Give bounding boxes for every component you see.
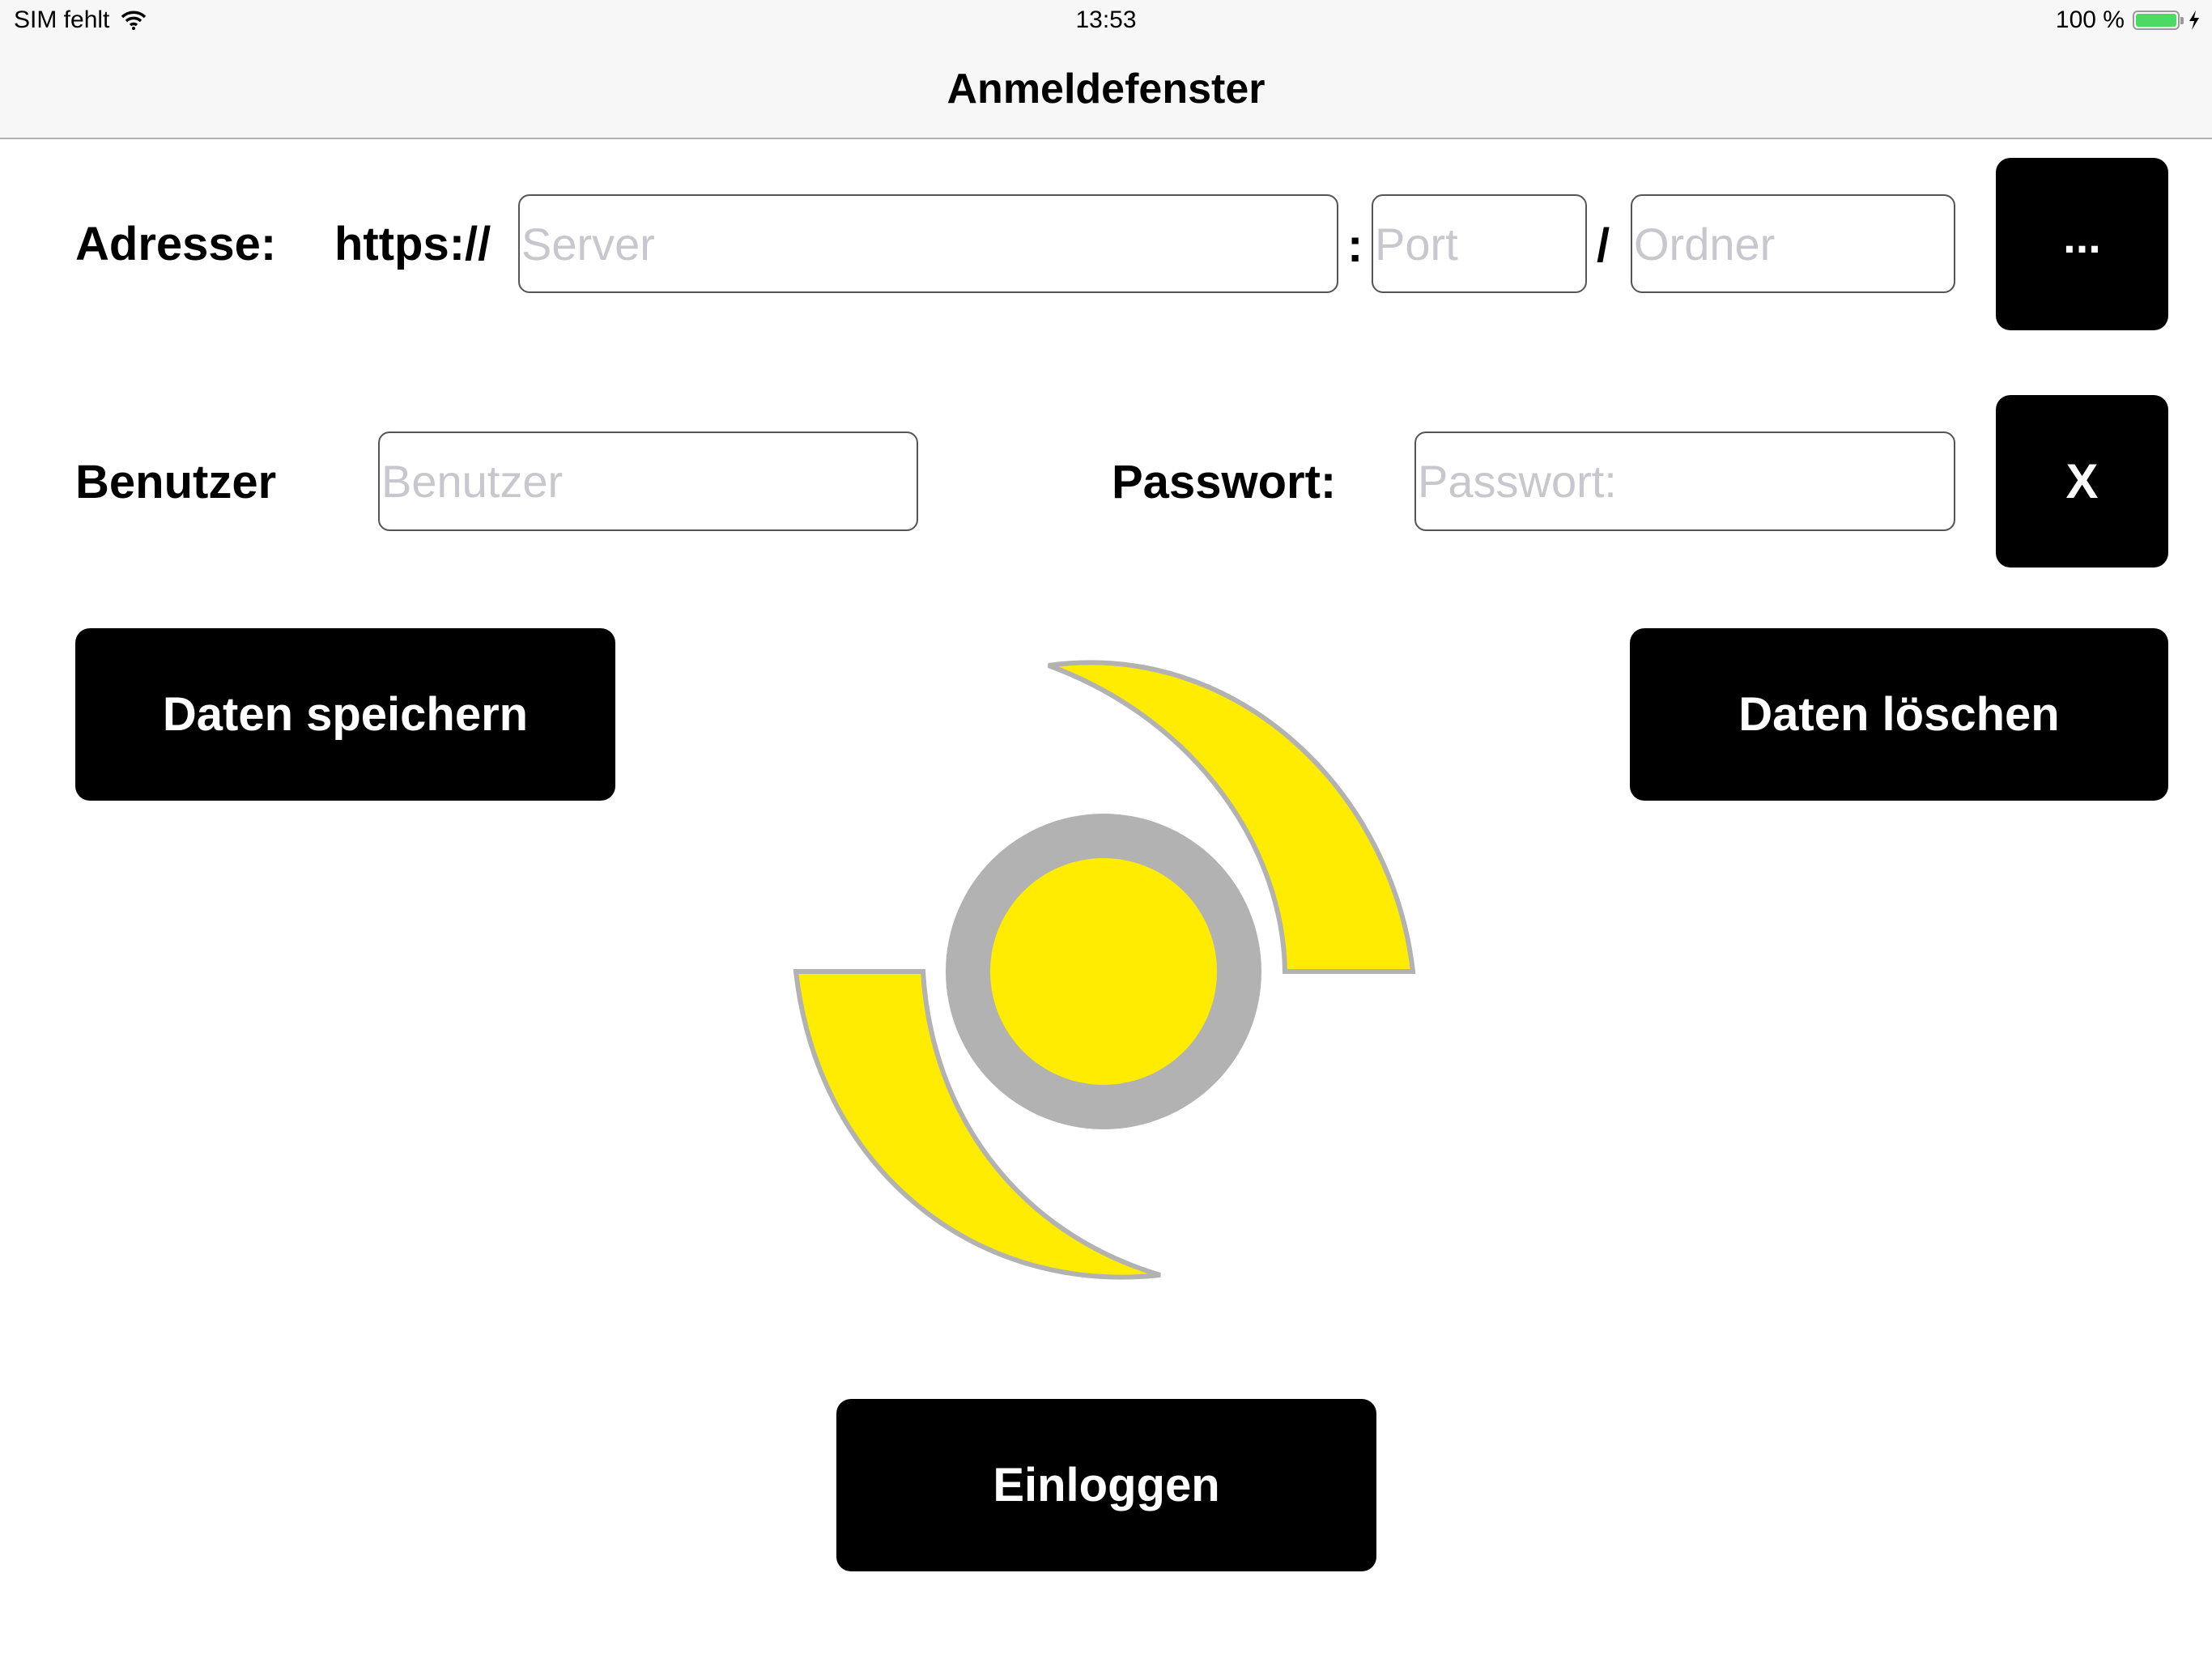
port-separator: :	[1347, 219, 1363, 272]
more-button[interactable]: ...	[1996, 158, 2168, 330]
app-logo	[793, 660, 1416, 1280]
login-button[interactable]: Einloggen	[836, 1399, 1376, 1571]
status-right: 100 %	[2056, 6, 2201, 34]
logo-core	[990, 858, 1217, 1085]
delete-data-button[interactable]: Daten löschen	[1630, 628, 2168, 801]
server-input[interactable]	[518, 194, 1338, 293]
user-label: Benutzer	[75, 456, 277, 508]
folder-input[interactable]	[1631, 194, 1955, 293]
user-input[interactable]	[378, 432, 918, 531]
port-input[interactable]	[1372, 194, 1587, 293]
password-label: Passwort:	[1112, 456, 1337, 508]
status-time: 13:53	[1075, 6, 1137, 33]
save-data-button[interactable]: Daten speichern	[75, 628, 615, 801]
folder-separator: /	[1597, 219, 1610, 272]
scheme-label: https://	[334, 218, 491, 270]
battery-icon	[2133, 11, 2184, 30]
battery-fill	[2136, 14, 2176, 27]
clear-button[interactable]: X	[1996, 395, 2168, 568]
charging-bolt-icon	[2189, 11, 2199, 30]
page-title: Anmeldefenster	[946, 66, 1266, 113]
battery-percent: 100 %	[2055, 6, 2125, 33]
address-label: Adresse:	[75, 218, 277, 270]
password-input[interactable]	[1414, 432, 1955, 531]
